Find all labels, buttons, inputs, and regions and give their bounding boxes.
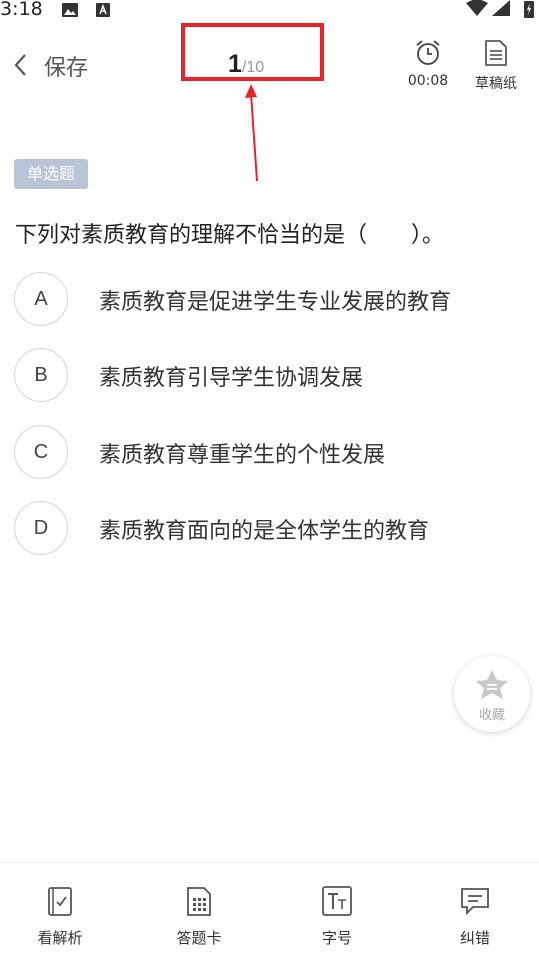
feedback-icon — [459, 888, 491, 921]
question-text: 下列对素质教育的理解不恰当的是（ ）。 — [15, 223, 445, 248]
tab-analysis[interactable]: 看解析 — [20, 885, 100, 948]
question-type-tag: 单选题 — [14, 159, 88, 189]
tab-label: 纠错 — [459, 929, 490, 947]
option-b[interactable]: B 素质教育引导学生协调发展 — [14, 348, 524, 404]
star-icon — [454, 656, 530, 704]
analysis-icon — [44, 887, 76, 921]
tab-label: 字号 — [321, 929, 352, 947]
tab-label: 看解析 — [37, 929, 83, 947]
option-text: 素质教育尊重学生的个性发展 — [99, 443, 386, 468]
option-a[interactable]: A 素质教育是促进学生专业发展的教育 — [14, 272, 524, 328]
option-text: 素质教育引导学生协调发展 — [99, 366, 364, 391]
option-text: 素质教育是促进学生专业发展的教育 — [99, 290, 452, 315]
bottom-toolbar: 看解析 答题卡 字号 纠错 — [0, 862, 539, 968]
tab-label: 答题卡 — [176, 929, 222, 947]
option-text: 素质教育面向的是全体学生的教育 — [99, 519, 430, 544]
option-letter: A — [14, 272, 68, 326]
option-d[interactable]: D 素质教育面向的是全体学生的教育 — [14, 501, 524, 557]
option-letter: D — [14, 501, 68, 555]
favorite-button[interactable]: 收藏 — [454, 656, 530, 732]
tab-answer-card[interactable]: 答题卡 — [159, 885, 239, 948]
tab-font-size[interactable]: 字号 — [297, 885, 377, 948]
tab-feedback[interactable]: 纠错 — [435, 885, 515, 948]
font-size-icon — [321, 886, 353, 921]
option-c[interactable]: C 素质教育尊重学生的个性发展 — [14, 425, 524, 481]
option-letter: B — [14, 348, 68, 402]
answer-card-icon — [183, 887, 215, 921]
option-letter: C — [14, 425, 68, 479]
favorite-label: 收藏 — [478, 708, 505, 723]
